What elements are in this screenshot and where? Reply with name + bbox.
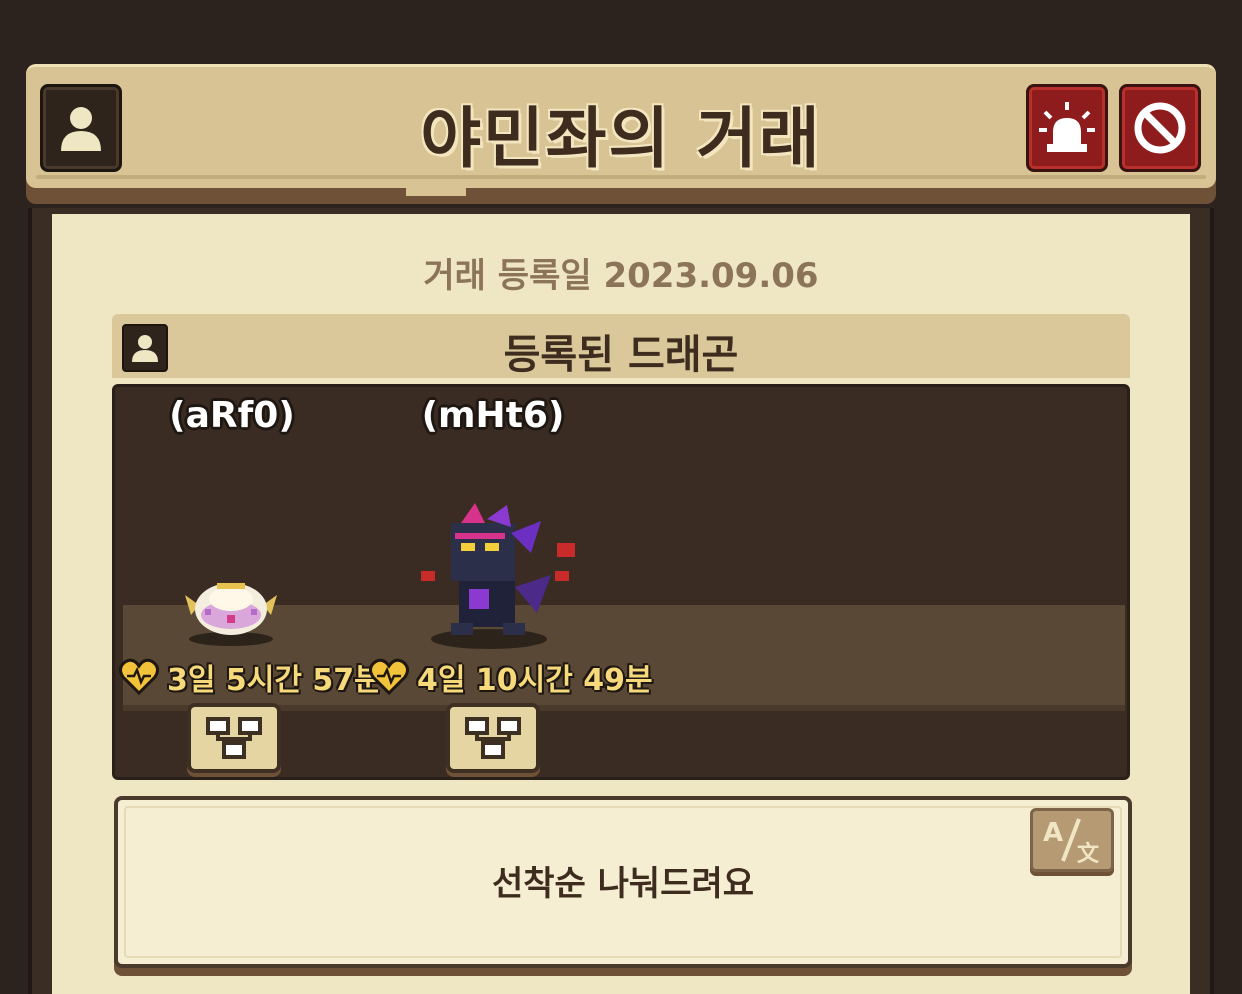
egg-sprite[interactable]: [181, 575, 281, 647]
translate-button[interactable]: A 文: [1030, 808, 1114, 872]
section-title: 등록된 드래곤: [503, 332, 739, 378]
trade-memo: 선착순 나눠드려요 A 文: [114, 796, 1132, 968]
prohibited-icon: [1134, 102, 1186, 154]
dragon-sprite[interactable]: [407, 503, 587, 653]
svg-text:A: A: [1043, 818, 1063, 848]
registered-dragons-header: 등록된 드래곤: [112, 314, 1130, 378]
timer-text-1: 3일 5시간 57분: [167, 663, 382, 698]
translate-icon: A 文: [1043, 818, 1100, 867]
dragon-name-1: (aRf0): [169, 395, 295, 436]
registration-date: 거래 등록일 2023.09.06: [423, 256, 819, 296]
siren-icon: [1039, 102, 1095, 152]
dragon-showcase: (aRf0) 3일 5시간 57분 (mHt6) 4일 10시간 49분: [112, 384, 1130, 780]
svg-text:文: 文: [1077, 841, 1100, 867]
trade-screen: 거래 등록일 2023.09.06 등록된 드래곤 (aRf0) 3일 5시간 …: [0, 0, 1242, 994]
dragon-info-button-2[interactable]: [446, 703, 540, 773]
dragon-info-button-1[interactable]: [187, 703, 281, 773]
banner-notch: [406, 182, 466, 196]
timer-1: 3일 5시간 57분: [119, 655, 382, 699]
title-banner: 야민좌의 거래: [26, 64, 1216, 210]
memo-text: 선착순 나눠드려요: [491, 864, 755, 904]
profile-button[interactable]: [40, 84, 122, 172]
timer-2: 4일 10시간 49분: [369, 655, 653, 699]
report-button[interactable]: [1026, 84, 1108, 172]
block-button[interactable]: [1119, 84, 1201, 172]
dragon-name-2: (mHt6): [421, 395, 565, 436]
family-tree-icon: [465, 717, 521, 759]
heart-icon: [369, 658, 409, 696]
timer-text-2: 4일 10시간 49분: [417, 663, 653, 698]
heart-icon: [119, 658, 159, 696]
trade-panel: 거래 등록일 2023.09.06 등록된 드래곤 (aRf0) 3일 5시간 …: [52, 214, 1190, 994]
person-icon: [61, 107, 101, 151]
family-tree-icon: [206, 717, 262, 759]
